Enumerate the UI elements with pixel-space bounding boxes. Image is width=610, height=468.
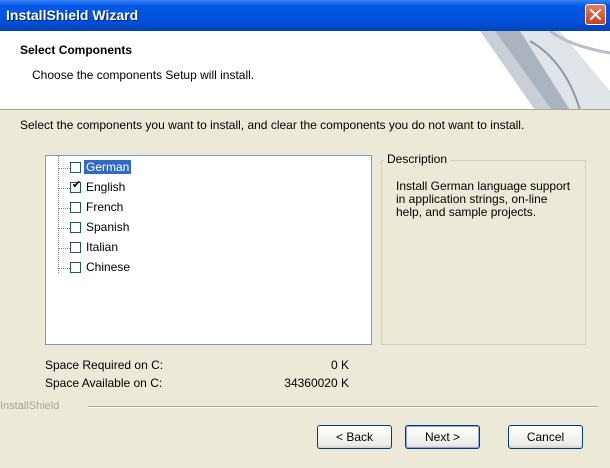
instructions-text: Select the components you want to instal…	[20, 118, 525, 132]
component-item-english[interactable]: ✔ English	[46, 179, 372, 197]
component-checkbox-chinese[interactable]	[70, 262, 81, 273]
component-label: French	[86, 200, 124, 214]
divider	[88, 406, 598, 408]
space-available-value: 34360020 K	[284, 376, 349, 390]
installer-graphic-icon	[480, 31, 610, 109]
close-icon	[589, 8, 602, 21]
checkmark-icon: ✔	[71, 179, 82, 191]
component-label: English	[86, 180, 126, 194]
description-legend: Description	[384, 152, 451, 166]
component-checkbox-french[interactable]	[70, 202, 81, 213]
component-item-italian[interactable]: Italian	[46, 239, 372, 257]
components-tree[interactable]: German ✔ English French Spanish Italian …	[45, 155, 372, 345]
space-available-label: Space Available on C:	[45, 376, 163, 390]
component-item-german[interactable]: German	[46, 159, 372, 177]
component-label: German	[84, 160, 132, 174]
header-panel: Select Components Choose the components …	[0, 31, 610, 110]
page-title: Select Components	[20, 43, 133, 57]
space-required-label: Space Required on C:	[45, 358, 164, 372]
component-checkbox-spanish[interactable]	[70, 222, 81, 233]
component-label: Spanish	[86, 220, 130, 234]
window-title: InstallShield Wizard	[6, 7, 139, 23]
component-checkbox-english[interactable]: ✔	[70, 179, 82, 193]
brand-separator: InstallShield	[0, 399, 610, 413]
component-checkbox-italian[interactable]	[70, 242, 81, 253]
next-button[interactable]: Next >	[405, 425, 480, 449]
component-item-spanish[interactable]: Spanish	[46, 219, 372, 237]
description-text: Install German language support in appli…	[396, 179, 571, 219]
cancel-button[interactable]: Cancel	[508, 425, 583, 449]
component-checkbox-german[interactable]	[70, 162, 81, 173]
close-button[interactable]	[585, 4, 606, 25]
space-required-value: 0 K	[330, 358, 349, 372]
component-item-chinese[interactable]: Chinese	[46, 259, 372, 277]
back-button[interactable]: < Back	[317, 425, 392, 449]
component-item-french[interactable]: French	[46, 199, 372, 217]
component-label: Italian	[86, 240, 119, 254]
title-bar[interactable]: InstallShield Wizard	[0, 0, 610, 31]
page-subtitle: Choose the components Setup will install…	[32, 68, 255, 82]
brand-label: InstallShield	[0, 399, 64, 413]
component-label: Chinese	[86, 260, 131, 274]
